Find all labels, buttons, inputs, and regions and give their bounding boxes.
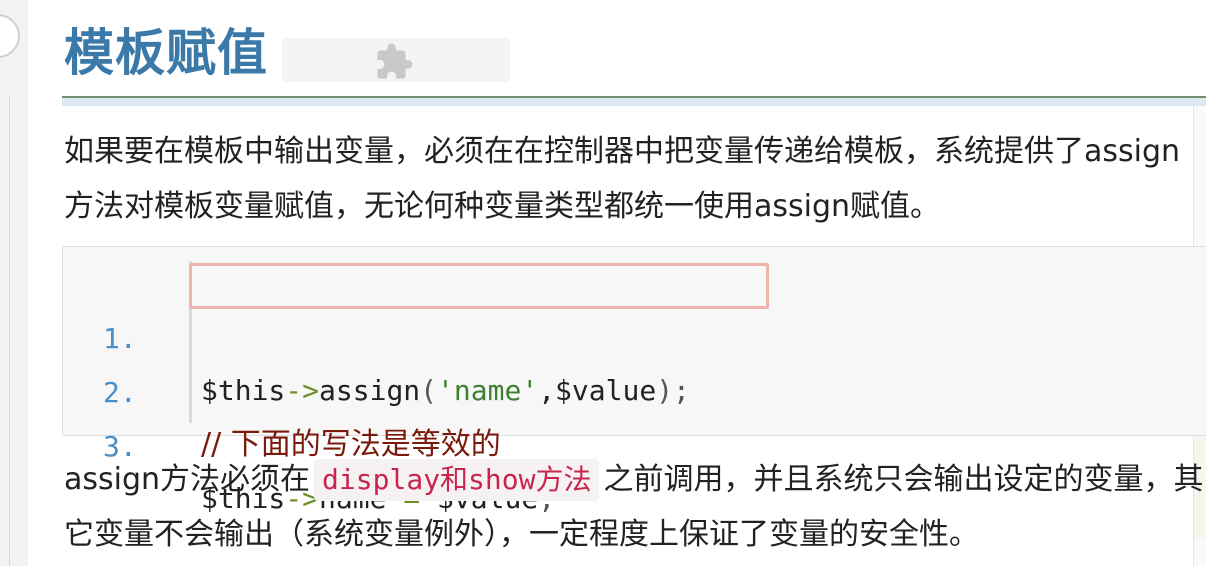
code-line-3: 3. $this->name = $value; [63, 369, 1206, 515]
side-rail [0, 96, 10, 566]
code-block: 1. $this->assign('name',$value); 2. // 下… [62, 246, 1206, 515]
article-content: 模板赋值 如果要在模板中输出变量，必须在在控制器中把变量传递给模板，系统提供了a… [30, 0, 1206, 566]
title-divider [62, 96, 1206, 106]
intro-paragraph: 如果要在模板中输出变量，必须在在控制器中把变量传递给模板，系统提供了assign… [64, 134, 1181, 224]
code-line-2: 2. // 下面的写法是等效的 [63, 315, 1206, 462]
note-paragraph: assign方法必须在 display和show方法 之前调用，并且系统只会输出设定… [64, 452, 1204, 562]
left-gutter [0, 0, 28, 566]
back-circle-button[interactable] [0, 14, 20, 58]
note-text-before: assign方法必须在 [64, 462, 311, 497]
inline-code: display和show方法 [314, 459, 600, 501]
extension-badge[interactable] [282, 38, 510, 82]
puzzle-icon[interactable] [374, 42, 414, 86]
code-line-1: 1. $this->assign('name',$value); [63, 261, 1206, 407]
page-title: 模板赋值 [64, 24, 268, 82]
